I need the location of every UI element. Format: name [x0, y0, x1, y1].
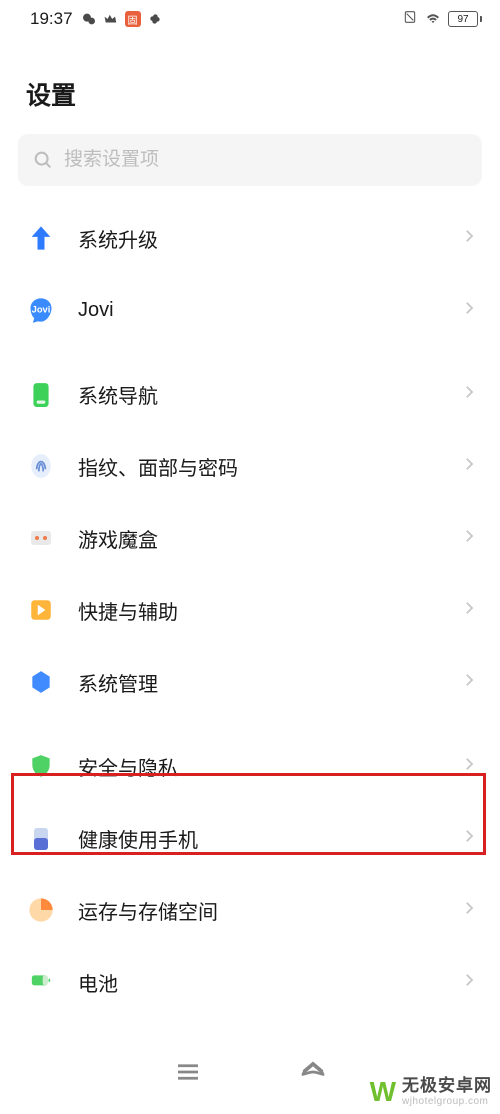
search-icon [32, 149, 54, 171]
fan-icon [147, 11, 163, 27]
svg-text:Jovi: Jovi [32, 304, 51, 314]
item-label: 系统升级 [78, 224, 438, 253]
item-label: 健康使用手机 [78, 824, 438, 853]
item-label: 快捷与辅助 [78, 596, 438, 625]
settings-item-security-privacy[interactable]: 安全与隐私 [0, 730, 500, 802]
chevron-right-icon [460, 899, 478, 922]
page-title: 设置 [0, 38, 500, 134]
settings-item-biometrics-password[interactable]: 指纹、面部与密码 [0, 430, 500, 502]
chevron-right-icon [460, 527, 478, 550]
chevron-right-icon [460, 599, 478, 622]
watermark-brand: 无极安卓网 [402, 1077, 492, 1096]
item-label: Jovi [78, 299, 438, 322]
battery-icon [26, 967, 56, 997]
wifi-icon [424, 8, 442, 31]
wellbeing-phone-icon [26, 823, 56, 853]
chevron-right-icon [460, 455, 478, 478]
settings-item-battery[interactable]: 电池 [0, 946, 500, 1018]
chevron-right-icon [460, 671, 478, 694]
settings-item-system-upgrade[interactable]: 系统升级 [0, 202, 500, 274]
gamepad-icon [26, 523, 56, 553]
chevron-right-icon [460, 755, 478, 778]
battery-indicator: 97 [448, 11, 482, 27]
settings-item-shortcut-accessibility[interactable]: 快捷与辅助 [0, 574, 500, 646]
watermark-logo-icon: W [370, 1076, 396, 1108]
watermark-url: wjhotelgroup.com [402, 1096, 492, 1107]
settings-list: 系统升级 Jovi Jovi 系统导航 指纹、面部与密码 游戏魔盒 快捷 [0, 202, 500, 1018]
battery-percent: 97 [457, 14, 468, 25]
chevron-right-icon [460, 227, 478, 250]
nav-menu-icon[interactable] [173, 1057, 203, 1092]
settings-item-ram-storage[interactable]: 运存与存储空间 [0, 874, 500, 946]
settings-item-system-navigation[interactable]: 系统导航 [0, 358, 500, 430]
status-left: 19:37 固 [30, 9, 163, 29]
hexagon-blue-icon [26, 667, 56, 697]
pie-chart-icon [26, 895, 56, 925]
phone-green-icon [26, 379, 56, 409]
no-sim-icon [402, 9, 418, 30]
settings-item-game-box[interactable]: 游戏魔盒 [0, 502, 500, 574]
search-box[interactable] [18, 134, 482, 186]
status-time: 19:37 [30, 9, 73, 29]
upgrade-arrow-icon [26, 223, 56, 253]
status-app-icons: 固 [81, 11, 163, 27]
item-label: 电池 [78, 968, 438, 997]
shortcut-arrow-icon [26, 595, 56, 625]
item-label: 系统管理 [78, 668, 438, 697]
item-label: 安全与隐私 [78, 752, 438, 781]
chevron-right-icon [460, 383, 478, 406]
settings-item-jovi[interactable]: Jovi Jovi [0, 274, 500, 346]
chevron-right-icon [460, 827, 478, 850]
item-label: 系统导航 [78, 380, 438, 409]
nav-home-icon[interactable] [298, 1057, 328, 1092]
watermark: W 无极安卓网 wjhotelgroup.com [370, 1076, 492, 1108]
item-label: 指纹、面部与密码 [78, 452, 438, 481]
shield-icon [26, 751, 56, 781]
crown-icon [103, 11, 119, 27]
fingerprint-icon [26, 451, 56, 481]
status-bar: 19:37 固 97 [0, 0, 500, 38]
item-label: 运存与存储空间 [78, 896, 438, 925]
chevron-right-icon [460, 299, 478, 322]
jovi-icon: Jovi [26, 295, 56, 325]
search-input[interactable] [64, 149, 468, 171]
settings-item-system-management[interactable]: 系统管理 [0, 646, 500, 718]
chevron-right-icon [460, 971, 478, 994]
settings-item-digital-wellbeing[interactable]: 健康使用手机 [0, 802, 500, 874]
item-label: 游戏魔盒 [78, 524, 438, 553]
status-right: 97 [402, 8, 482, 31]
wechat-icon [81, 11, 97, 27]
app-icon-orange: 固 [125, 11, 141, 27]
